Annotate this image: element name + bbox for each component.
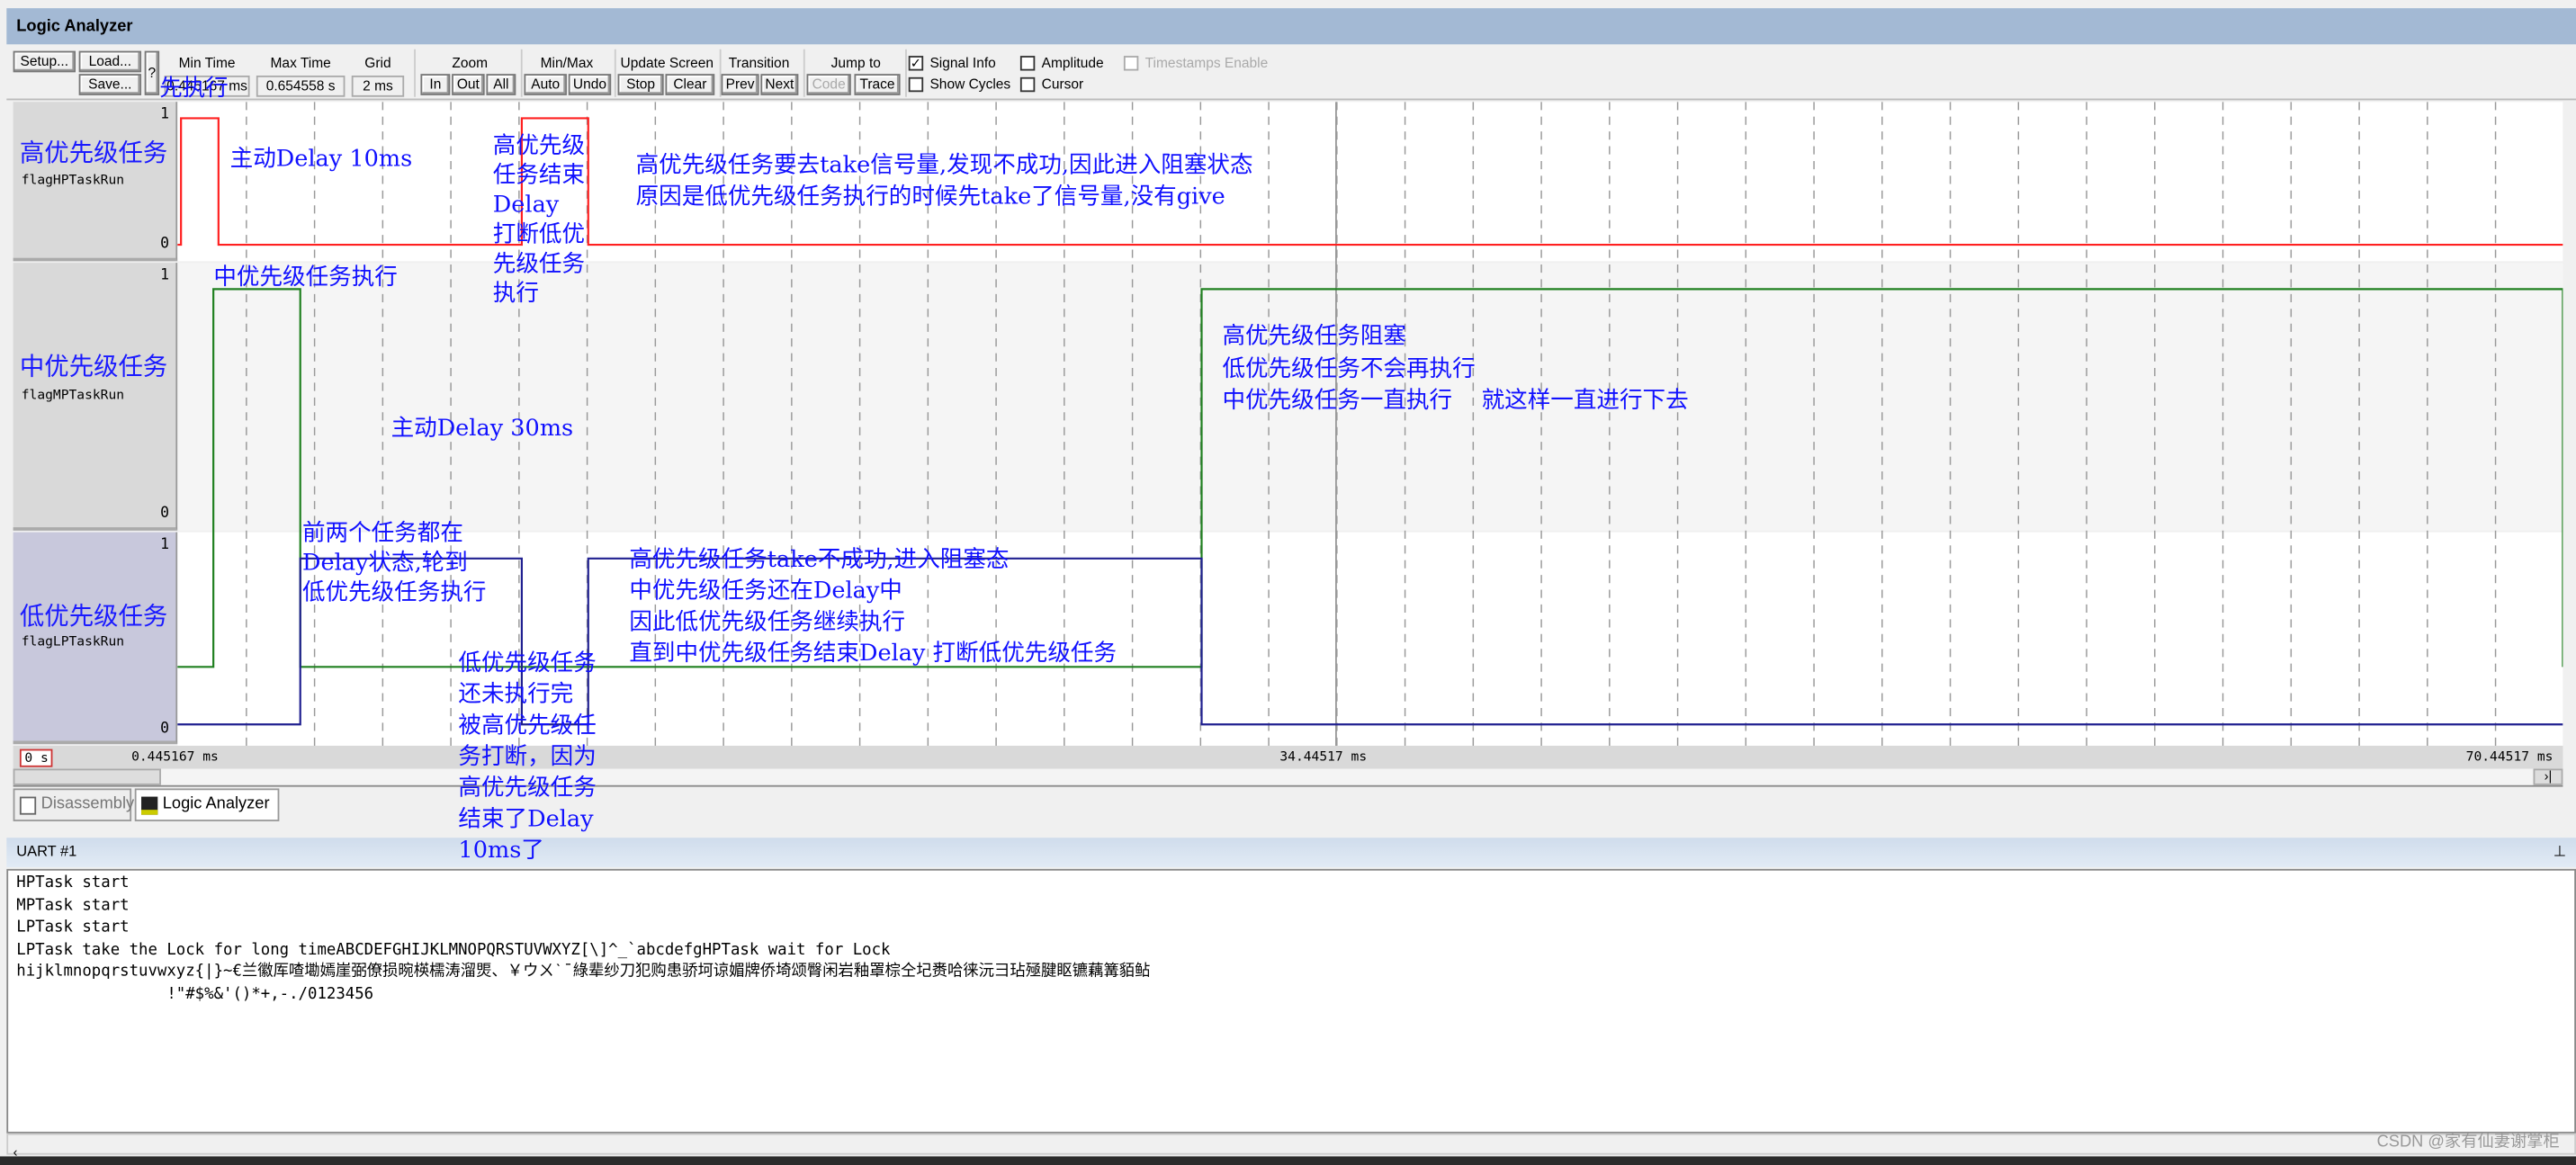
amplitude-checkbox[interactable] bbox=[1019, 56, 1036, 71]
clear-button[interactable]: Clear bbox=[665, 74, 715, 95]
horizontal-scrollbar[interactable]: ›| bbox=[13, 768, 2563, 787]
auto-button[interactable]: Auto bbox=[524, 74, 567, 95]
timestamps-label: Timestamps Enable bbox=[1144, 54, 1269, 71]
axis-left-time: 0.445167 ms bbox=[131, 748, 219, 765]
signal-name-lp[interactable]: 低优先级任务 flagLPTaskRun 1 0 bbox=[13, 532, 178, 745]
scroll-left-icon[interactable]: ‹ bbox=[8, 1145, 18, 1160]
signal-variable: flagMPTaskRun bbox=[21, 387, 125, 403]
undo-button[interactable]: Undo bbox=[568, 74, 612, 95]
load-button[interactable]: Load... bbox=[78, 50, 142, 73]
cursor-checkbox[interactable] bbox=[1019, 76, 1036, 93]
waveform-area[interactable] bbox=[177, 102, 2563, 746]
cursor-label: Cursor bbox=[1041, 75, 1084, 93]
tab-logic-analyzer[interactable]: Logic Analyzer bbox=[134, 788, 280, 821]
signal-info-checkbox[interactable]: ✓ bbox=[908, 56, 924, 71]
show-cycles-checkbox[interactable] bbox=[908, 76, 924, 93]
trace-button[interactable]: Trace bbox=[854, 74, 901, 95]
signal-name-hp[interactable]: 高优先级任务 flagHPTaskRun 1 0 bbox=[13, 102, 178, 262]
level-high: 1 bbox=[160, 106, 170, 123]
prev-button[interactable]: Prev bbox=[721, 74, 759, 95]
min-time-value: 0.445167 ms bbox=[164, 75, 250, 97]
signal-label: 高优先级任务 bbox=[19, 138, 168, 168]
amplitude-label: Amplitude bbox=[1041, 54, 1104, 71]
tab-label: Logic Analyzer bbox=[162, 794, 270, 813]
zoom-out-button[interactable]: Out bbox=[452, 74, 485, 95]
watermark: CSDN @家有仙妻谢掌柜 bbox=[2376, 1133, 2560, 1152]
zoom-all-button[interactable]: All bbox=[486, 74, 516, 95]
max-time-label: Max Time bbox=[270, 54, 331, 71]
code-button[interactable]: Code bbox=[806, 74, 851, 95]
uart-output[interactable]: HPTask start MPTask start LPTask start L… bbox=[6, 868, 2576, 1134]
timestamps-checkbox[interactable] bbox=[1123, 56, 1139, 71]
uart-horizontal-scrollbar[interactable]: ‹ bbox=[6, 1133, 2576, 1160]
row-background bbox=[177, 532, 2563, 746]
level-high: 1 bbox=[160, 267, 170, 284]
max-time-value: 0.654558 s bbox=[256, 75, 346, 97]
next-button[interactable]: Next bbox=[760, 74, 799, 95]
signal-info-label: Signal Info bbox=[929, 54, 996, 71]
scroll-end-icon[interactable]: ›| bbox=[2533, 768, 2563, 785]
logic-analyzer-window: Logic Analyzer Setup... Load... Save... … bbox=[0, 0, 2576, 1160]
axis-start: 0 s bbox=[19, 748, 54, 767]
toolbar: Setup... Load... Save... ? Min Time 0.44… bbox=[6, 46, 2576, 101]
zoom-label: Zoom bbox=[452, 54, 489, 71]
save-button[interactable]: Save... bbox=[78, 74, 142, 95]
signal-variable: flagHPTaskRun bbox=[21, 172, 125, 188]
disassembly-icon bbox=[19, 796, 37, 815]
scroll-thumb[interactable] bbox=[13, 768, 161, 785]
signal-label: 低优先级任务 bbox=[19, 601, 168, 632]
min-time-label: Min Time bbox=[178, 54, 236, 71]
update-screen-label: Update Screen bbox=[620, 54, 714, 71]
axis-mid-time: 34.44517 ms bbox=[1279, 748, 1368, 765]
level-low: 0 bbox=[160, 721, 170, 738]
divider bbox=[905, 49, 907, 97]
level-low: 0 bbox=[160, 236, 170, 254]
setup-button[interactable]: Setup... bbox=[13, 50, 76, 73]
uart-panel-title: UART #1 bbox=[6, 838, 2576, 868]
minmax-label: Min/Max bbox=[540, 54, 594, 71]
row-background bbox=[177, 263, 2563, 531]
row-background bbox=[177, 102, 2563, 262]
tab-disassembly[interactable]: Disassembly bbox=[13, 788, 134, 821]
grid-value: 2 ms bbox=[351, 75, 405, 97]
tab-label: Disassembly bbox=[40, 794, 135, 813]
pin-icon[interactable]: ⊥ bbox=[2554, 843, 2566, 861]
transition-label: Transition bbox=[728, 54, 790, 71]
help-button[interactable]: ? bbox=[144, 50, 160, 95]
grid-label: Grid bbox=[364, 54, 391, 71]
divider bbox=[414, 49, 416, 97]
signal-variable: flagLPTaskRun bbox=[21, 633, 125, 650]
axis-right-time: 70.44517 ms bbox=[2465, 748, 2554, 765]
jump-to-label: Jump to bbox=[830, 54, 881, 71]
time-axis: 0 s 0.445167 ms 34.44517 ms 70.44517 ms bbox=[13, 745, 2563, 769]
signal-label: 中优先级任务 bbox=[19, 351, 168, 381]
level-low: 0 bbox=[160, 506, 170, 523]
zoom-in-button[interactable]: In bbox=[420, 74, 451, 95]
show-cycles-label: Show Cycles bbox=[929, 75, 1011, 93]
window-title: Logic Analyzer bbox=[6, 8, 2576, 45]
stop-button[interactable]: Stop bbox=[617, 74, 664, 95]
signal-name-mp[interactable]: 中优先级任务 flagMPTaskRun 1 0 bbox=[13, 263, 178, 531]
level-high: 1 bbox=[160, 537, 170, 554]
logic-analyzer-icon bbox=[141, 796, 158, 815]
